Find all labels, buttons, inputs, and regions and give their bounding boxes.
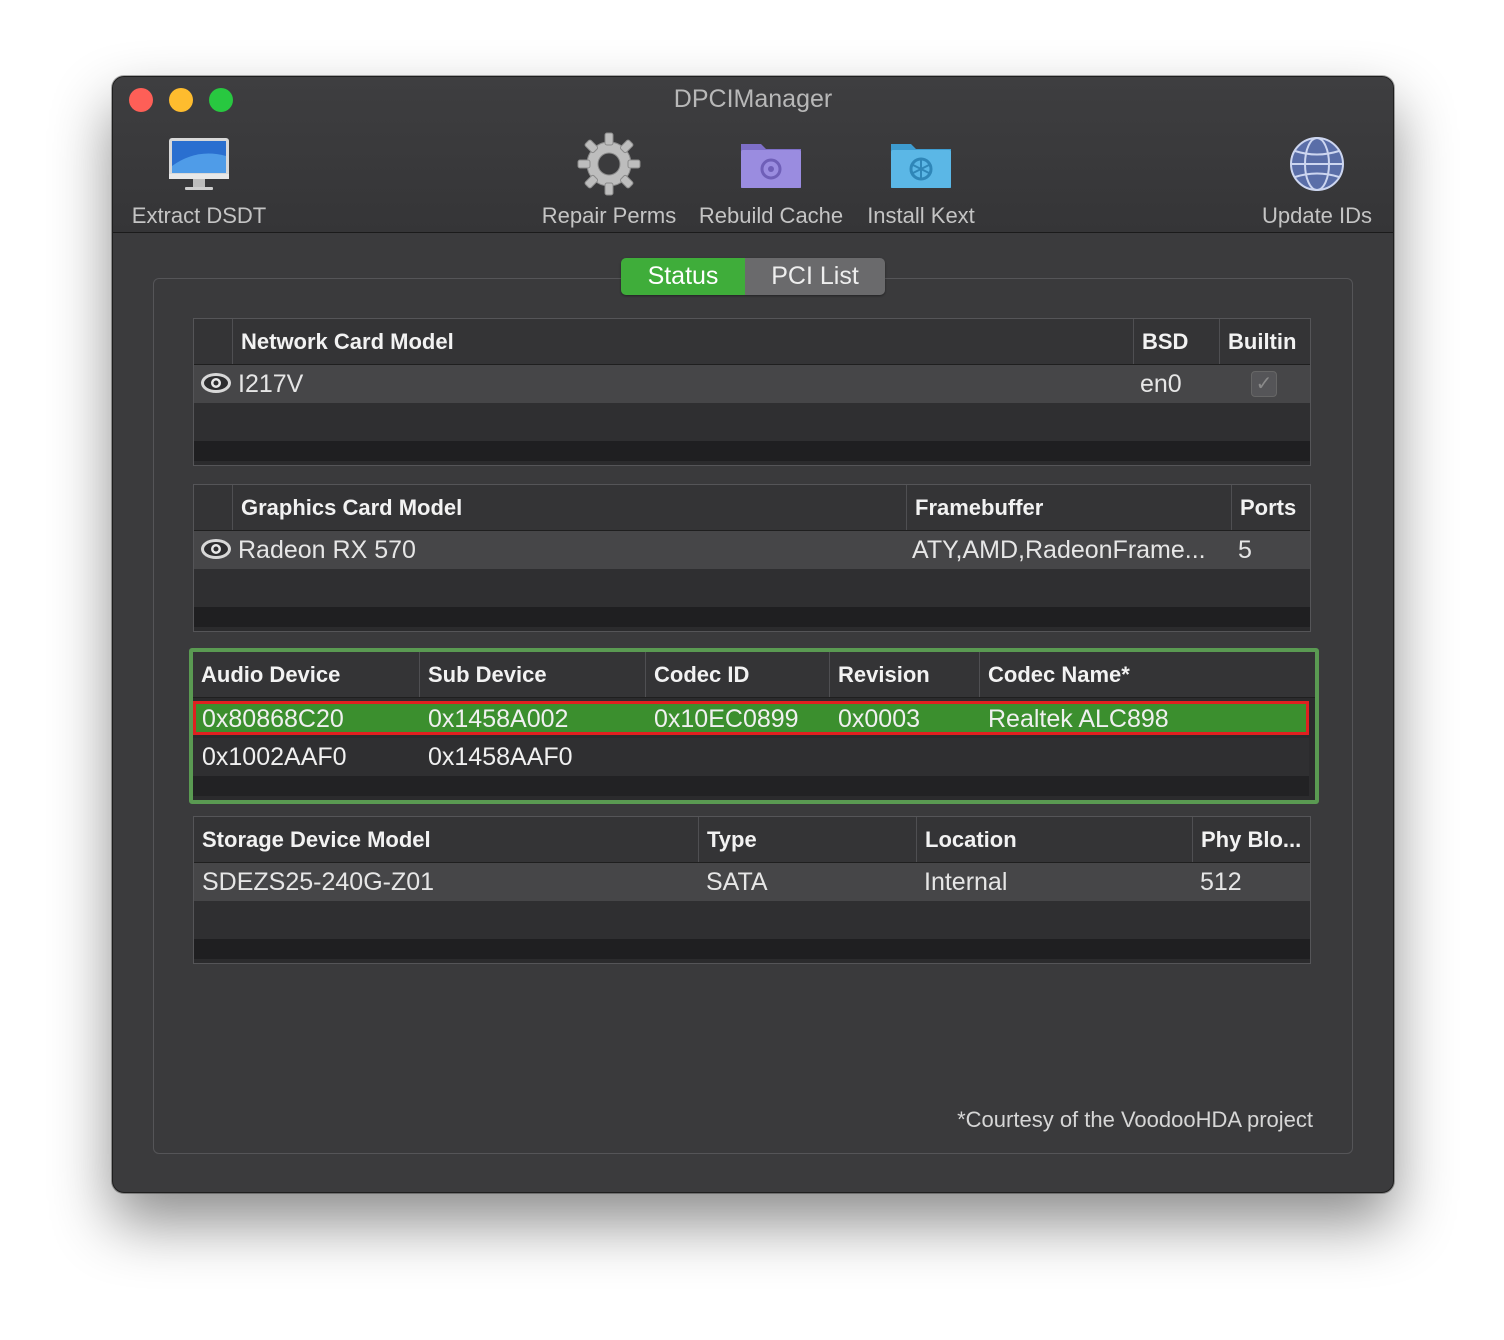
revision-cell: 0x0003 xyxy=(838,705,921,733)
sub-device-cell: 0x1458A002 xyxy=(428,705,569,733)
bsd-header[interactable]: BSD xyxy=(1133,319,1219,364)
tab-control: Status PCI List xyxy=(621,258,885,295)
empty-row xyxy=(193,776,1309,796)
eye-icon[interactable] xyxy=(200,537,232,561)
graphics-card-model-header[interactable]: Graphics Card Model xyxy=(232,485,906,530)
install-kext-label: Install Kext xyxy=(867,203,975,228)
rebuild-cache-button[interactable]: Rebuild Cache xyxy=(695,129,847,229)
framebuffer-cell: ATY,AMD,RadeonFrame... xyxy=(912,536,1206,564)
globe-icon xyxy=(1290,137,1344,191)
sub-device-header[interactable]: Sub Device xyxy=(419,652,645,697)
audio-device-cell: 0x1002AAF0 xyxy=(202,743,347,771)
eye-column-header[interactable] xyxy=(194,485,232,530)
type-cell: SATA xyxy=(706,868,768,896)
builtin-header[interactable]: Builtin xyxy=(1219,319,1310,364)
window-title: DPCIManager xyxy=(673,85,833,113)
network-model-cell: I217V xyxy=(238,370,304,398)
ports-header[interactable]: Ports xyxy=(1231,485,1310,530)
phy-block-cell: 512 xyxy=(1200,868,1242,896)
storage-table-header: Storage Device Model Type Location Phy B… xyxy=(194,817,1310,863)
graphics-table: Graphics Card Model Framebuffer Ports Ra… xyxy=(193,484,1311,632)
blue-folder-icon xyxy=(891,144,951,188)
app-window: DPCIManager Extract DSDT Repair Perms Re… xyxy=(112,76,1394,1193)
empty-row xyxy=(194,607,1310,627)
empty-row xyxy=(194,939,1310,959)
graphics-model-cell: Radeon RX 570 xyxy=(238,536,416,564)
location-header[interactable]: Location xyxy=(916,817,1192,862)
audio-table-header: Audio Device Sub Device Codec ID Revisio… xyxy=(193,652,1315,698)
audio-device-cell: 0x80868C20 xyxy=(202,705,344,733)
network-table: Network Card Model BSD Builtin I217V en0… xyxy=(193,318,1311,466)
eye-icon[interactable] xyxy=(200,371,232,395)
storage-table: Storage Device Model Type Location Phy B… xyxy=(193,816,1311,964)
rebuild-cache-label: Rebuild Cache xyxy=(698,203,844,228)
storage-device-model-header[interactable]: Storage Device Model xyxy=(194,817,698,862)
update-ids-button[interactable]: Update IDs xyxy=(1251,129,1383,229)
network-table-header: Network Card Model BSD Builtin xyxy=(194,319,1310,365)
ports-cell: 5 xyxy=(1238,536,1252,564)
graphics-table-header: Graphics Card Model Framebuffer Ports xyxy=(194,485,1310,531)
framebuffer-header[interactable]: Framebuffer xyxy=(906,485,1231,530)
location-cell: Internal xyxy=(924,868,1008,896)
phy-block-header[interactable]: Phy Blo... xyxy=(1192,817,1310,862)
repair-perms-label: Repair Perms xyxy=(541,203,677,228)
bsd-cell: en0 xyxy=(1140,370,1182,398)
network-card-model-header[interactable]: Network Card Model xyxy=(232,319,1133,364)
footnote: *Courtesy of the VoodooHDA project xyxy=(957,1107,1313,1132)
sub-device-cell: 0x1458AAF0 xyxy=(428,743,573,771)
audio-table: Audio Device Sub Device Codec ID Revisio… xyxy=(189,648,1319,804)
tab-status[interactable]: Status xyxy=(621,258,745,295)
titlebar: DPCIManager Extract DSDT Repair Perms Re… xyxy=(113,77,1393,233)
empty-row xyxy=(194,441,1310,461)
purple-folder-icon xyxy=(741,144,801,188)
table-row[interactable]: Radeon RX 570 ATY,AMD,RadeonFrame... 5 xyxy=(194,531,1310,569)
update-ids-label: Update IDs xyxy=(1261,203,1373,228)
imac-icon xyxy=(169,138,229,190)
table-row[interactable]: 0x1002AAF0 0x1458AAF0 xyxy=(193,738,1309,776)
codec-id-cell: 0x10EC0899 xyxy=(654,705,799,733)
empty-row xyxy=(194,403,1310,441)
selected-table-row[interactable]: 0x80868C20 0x1458A002 0x10EC0899 0x0003 … xyxy=(193,701,1309,735)
table-row[interactable]: I217V en0 ✓ xyxy=(194,365,1310,403)
builtin-checkbox[interactable]: ✓ xyxy=(1251,371,1277,397)
table-row[interactable]: SDEZS25-240G-Z01 SATA Internal 512 xyxy=(194,863,1310,901)
gear-icon xyxy=(577,132,641,196)
tab-pci-list[interactable]: PCI List xyxy=(745,258,885,295)
codec-name-cell: Realtek ALC898 xyxy=(988,705,1169,733)
type-header[interactable]: Type xyxy=(698,817,916,862)
storage-model-cell: SDEZS25-240G-Z01 xyxy=(202,868,435,896)
extract-dsdt-button[interactable]: Extract DSDT xyxy=(129,129,269,229)
audio-device-header[interactable]: Audio Device xyxy=(193,652,419,697)
revision-header[interactable]: Revision xyxy=(829,652,979,697)
extract-dsdt-label: Extract DSDT xyxy=(131,203,267,228)
codec-id-header[interactable]: Codec ID xyxy=(645,652,829,697)
repair-perms-button[interactable]: Repair Perms xyxy=(539,129,679,229)
empty-row xyxy=(194,569,1310,607)
eye-column-header[interactable] xyxy=(194,319,232,364)
empty-row xyxy=(194,901,1310,939)
install-kext-button[interactable]: Install Kext xyxy=(859,129,983,229)
codec-name-header[interactable]: Codec Name* xyxy=(979,652,1309,697)
